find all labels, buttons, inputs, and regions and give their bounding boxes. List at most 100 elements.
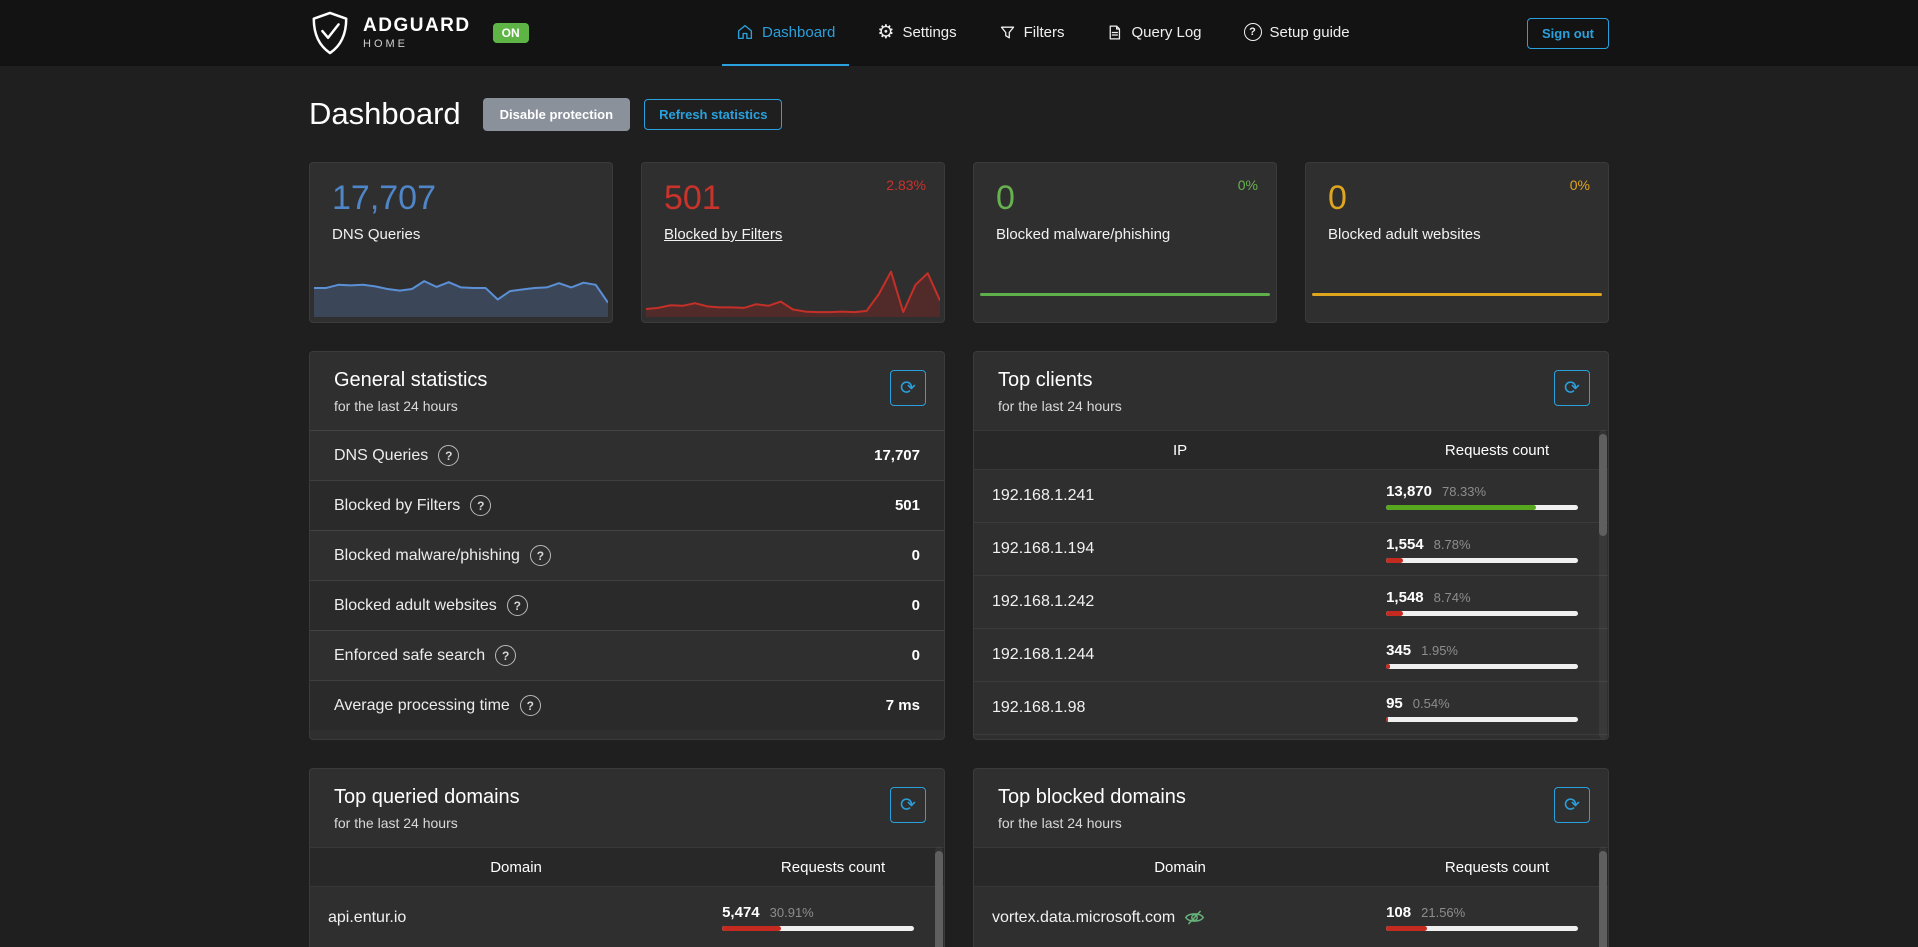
card-label: Blocked adult websites — [1306, 218, 1608, 243]
nav-label: Settings — [902, 24, 956, 41]
card-blocked-by-filters: 501 Blocked by Filters 2.83% — [641, 162, 945, 323]
table-header: Domain Requests count — [974, 847, 1608, 887]
gear-icon: ⚙ — [877, 23, 894, 42]
brand-subtitle: HOME — [363, 39, 471, 50]
nav-label: Filters — [1024, 24, 1065, 41]
refresh-statistics-button[interactable]: Refresh statistics — [644, 99, 782, 130]
nav-query-log[interactable]: Query Log — [1092, 0, 1215, 66]
queried-domain[interactable]: api.entur.io — [310, 909, 722, 927]
refresh-button[interactable]: ⟳ — [890, 370, 926, 406]
card-label: Blocked by Filters — [642, 218, 944, 243]
card-label: Blocked malware/phishing — [974, 218, 1276, 243]
stat-label: Blocked adult websites — [334, 597, 497, 615]
request-percent: 8.78% — [1434, 537, 1471, 552]
eye-slash-icon — [1184, 907, 1205, 928]
help-icon[interactable]: ? — [520, 695, 541, 716]
card-label: DNS Queries — [310, 218, 612, 243]
nav-settings[interactable]: ⚙ Settings — [863, 0, 970, 66]
table-row: 192.168.1.242 1,5488.74% — [974, 576, 1608, 629]
progress-bar — [722, 926, 914, 931]
blocked-domain[interactable]: vortex.data.microsoft.com — [992, 909, 1175, 927]
panel-subtitle: for the last 24 hours — [334, 398, 920, 414]
main-nav: Dashboard ⚙ Settings Filters — [559, 0, 1527, 66]
page-title: Dashboard — [309, 96, 461, 132]
help-icon[interactable]: ? — [507, 595, 528, 616]
stat-label: Enforced safe search — [334, 647, 485, 665]
table-row: 192.168.1.241 13,87078.33% — [974, 470, 1608, 523]
scrollbar-thumb[interactable] — [1599, 851, 1607, 947]
request-count: 5,474 — [722, 904, 760, 921]
card-value: 0 — [974, 163, 1276, 218]
sign-out-button[interactable]: Sign out — [1527, 18, 1609, 49]
stat-cards: 17,707 DNS Queries 501 Blocked by Filter… — [309, 162, 1609, 323]
stats-row: Blocked adult websites? 0 — [310, 580, 944, 630]
general-statistics-table: DNS Queries? 17,707 Blocked by Filters? … — [310, 430, 944, 730]
refresh-button[interactable]: ⟳ — [890, 787, 926, 823]
table-header: Domain Requests count — [310, 847, 944, 887]
request-count: 108 — [1386, 904, 1411, 921]
stats-row: Enforced safe search? 0 — [310, 630, 944, 680]
scrollbar-track — [935, 847, 943, 947]
stat-value: 7 ms — [886, 697, 920, 714]
panel-title: Top queried domains — [334, 786, 920, 809]
table-row: vortex.data.microsoft.com 10821.56% — [974, 887, 1608, 947]
help-icon[interactable]: ? — [438, 445, 459, 466]
document-icon — [1106, 24, 1123, 41]
client-ip[interactable]: 192.168.1.98 — [974, 699, 1386, 717]
column-requests-count: Requests count — [1386, 442, 1608, 459]
refresh-button[interactable]: ⟳ — [1554, 787, 1590, 823]
request-count: 345 — [1386, 642, 1411, 659]
request-count: 13,870 — [1386, 483, 1432, 500]
column-domain: Domain — [310, 859, 722, 876]
stat-label: Average processing time — [334, 697, 510, 715]
stat-label: Blocked by Filters — [334, 497, 460, 515]
scrollbar-thumb[interactable] — [935, 851, 943, 947]
nav-dashboard[interactable]: Dashboard — [722, 0, 849, 66]
stat-value: 0 — [912, 547, 920, 564]
column-ip: IP — [974, 442, 1386, 459]
refresh-icon: ⟳ — [1564, 379, 1580, 398]
refresh-icon: ⟳ — [1564, 796, 1580, 815]
nav-filters[interactable]: Filters — [985, 0, 1079, 66]
request-percent: 0.54% — [1413, 696, 1450, 711]
card-delta: 2.83% — [886, 177, 926, 193]
protection-on-badge: ON — [493, 23, 529, 43]
stat-value: 0 — [912, 647, 920, 664]
nav-label: Dashboard — [762, 24, 835, 41]
brand-name: ADGUARD — [363, 16, 471, 35]
adguard-logo: ADGUARD HOME ON — [309, 0, 529, 66]
dns-queries-sparkline — [314, 261, 608, 317]
refresh-icon: ⟳ — [900, 379, 916, 398]
client-ip[interactable]: 192.168.1.194 — [974, 540, 1386, 558]
refresh-button[interactable]: ⟳ — [1554, 370, 1590, 406]
stat-value: 501 — [895, 497, 920, 514]
help-icon[interactable]: ? — [530, 545, 551, 566]
home-icon — [736, 23, 754, 41]
help-icon[interactable]: ? — [495, 645, 516, 666]
client-ip[interactable]: 192.168.1.242 — [974, 593, 1386, 611]
table-row: 192.168.1.98 950.54% — [974, 682, 1608, 735]
client-ip[interactable]: 192.168.1.241 — [974, 487, 1386, 505]
stat-value: 17,707 — [874, 447, 920, 464]
panel-subtitle: for the last 24 hours — [998, 815, 1584, 831]
card-dns-queries: 17,707 DNS Queries — [309, 162, 613, 323]
column-requests-count: Requests count — [722, 859, 944, 876]
card-value: 17,707 — [310, 163, 612, 218]
request-percent: 8.74% — [1434, 590, 1471, 605]
client-ip[interactable]: 192.168.1.244 — [974, 646, 1386, 664]
top-blocked-domains-panel: Top blocked domains for the last 24 hour… — [973, 768, 1609, 947]
top-queried-domains-panel: Top queried domains for the last 24 hour… — [309, 768, 945, 947]
scrollbar-thumb[interactable] — [1599, 434, 1607, 536]
nav-setup-guide[interactable]: ? Setup guide — [1230, 0, 1364, 66]
disable-protection-button[interactable]: Disable protection — [483, 98, 630, 131]
progress-bar — [1386, 611, 1578, 616]
stats-row: Blocked by Filters? 501 — [310, 480, 944, 530]
nav-label: Setup guide — [1270, 24, 1350, 41]
stat-label: Blocked malware/phishing — [334, 547, 520, 565]
blocked-by-filters-link[interactable]: Blocked by Filters — [664, 226, 782, 243]
help-icon[interactable]: ? — [470, 495, 491, 516]
scrollbar-track — [1599, 847, 1607, 947]
question-circle-icon: ? — [1244, 23, 1262, 41]
panel-subtitle: for the last 24 hours — [334, 815, 920, 831]
column-domain: Domain — [974, 859, 1386, 876]
